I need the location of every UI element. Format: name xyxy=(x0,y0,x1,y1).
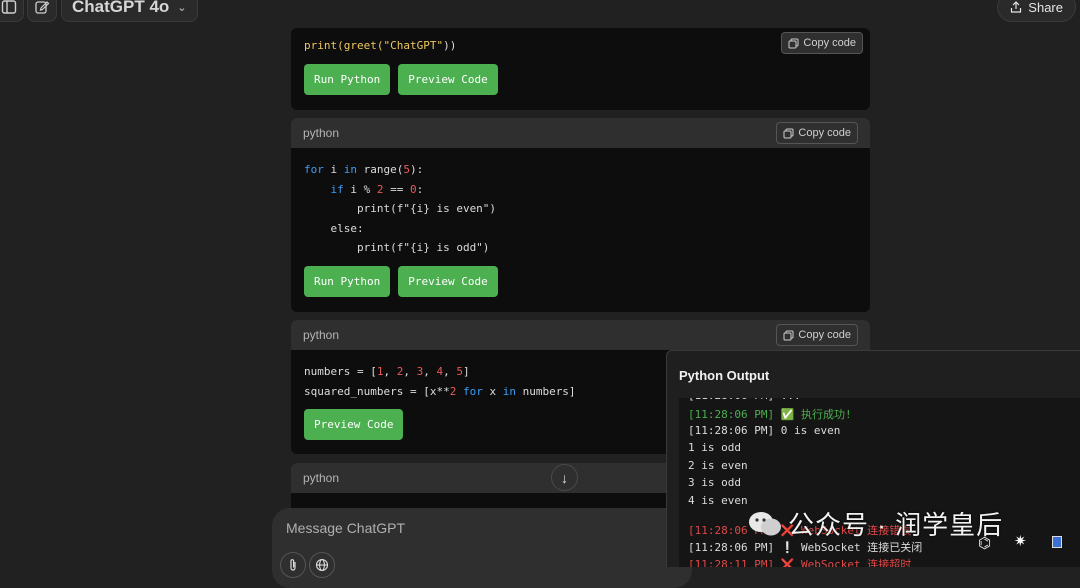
code-token: 5 xyxy=(456,365,463,378)
model-selector[interactable]: ChatGPT 4o ⌄ xyxy=(61,0,198,22)
output-panel-title: Python Output xyxy=(679,368,770,383)
code-line: print(f"{i} is even") xyxy=(304,199,857,219)
message-input[interactable]: Message ChatGPT xyxy=(286,520,405,536)
code-token: x xyxy=(482,384,503,398)
code-language: python xyxy=(303,471,340,485)
code-token: print(f"{i} is odd") xyxy=(304,241,490,255)
model-name: ChatGPT 4o xyxy=(72,0,170,16)
scroll-down-button[interactable]: ↓ xyxy=(551,464,578,491)
attach-button[interactable] xyxy=(280,552,306,578)
log-line-cutoff: [11:28:06 PM] ... xyxy=(688,398,801,402)
action-buttons: Run Python Preview Code xyxy=(291,56,870,107)
share-label: Share xyxy=(1028,0,1063,15)
code-token: i % xyxy=(343,182,377,196)
preview-code-button[interactable]: Preview Code xyxy=(304,409,404,441)
globe-icon xyxy=(315,558,329,572)
code-text: for i in range(5): if i % 2 == 0: print(… xyxy=(291,148,870,258)
search-web-button[interactable] xyxy=(309,552,335,578)
message-composer[interactable]: Message ChatGPT xyxy=(272,508,692,588)
chevron-down-icon: ⌄ xyxy=(177,1,187,14)
code-token: 5 xyxy=(403,163,410,176)
copy-icon xyxy=(788,38,799,48)
code-token: ] xyxy=(462,365,470,378)
code-token: range( xyxy=(357,163,404,176)
code-language: python xyxy=(303,126,340,140)
code-block: python Copy code for i in range(5): if i… xyxy=(291,118,870,312)
log-line: 1 is odd xyxy=(688,441,741,454)
log-line: 2 is even xyxy=(688,459,748,472)
code-block-header: python Copy code xyxy=(291,118,870,148)
sidebar-toggle-button[interactable] xyxy=(0,0,24,22)
edit-icon xyxy=(35,1,50,14)
new-chat-button[interactable] xyxy=(27,0,57,22)
watermark-text: 公众号 · 润学皇后 xyxy=(788,510,1004,540)
code-token: i xyxy=(323,163,344,176)
code-token: in xyxy=(343,163,357,176)
sparkle-icon: ✷ xyxy=(1014,533,1027,550)
wechat-icon xyxy=(749,511,781,535)
code-token: )) xyxy=(443,39,457,52)
code-token: , xyxy=(423,365,437,378)
code-token: "ChatGPT" xyxy=(383,39,444,52)
code-token: in xyxy=(502,384,516,398)
paperclip-icon xyxy=(290,559,296,571)
log-line: 4 is even xyxy=(688,494,748,507)
code-token: 2 xyxy=(376,182,384,196)
arrow-down-icon: ↓ xyxy=(561,469,568,486)
copy-code-label: Copy code xyxy=(798,127,851,139)
code-token: : xyxy=(416,182,424,196)
copy-icon xyxy=(783,330,794,340)
share-button[interactable]: Share xyxy=(997,0,1076,22)
code-token: for xyxy=(462,384,483,398)
copy-code-label: Copy code xyxy=(798,329,851,341)
code-token: for xyxy=(304,163,324,176)
code-line: else: xyxy=(304,219,857,239)
run-python-button[interactable]: Run Python xyxy=(304,265,391,297)
preview-code-button[interactable]: Preview Code xyxy=(398,63,498,95)
log-line: [11:28:06 PM] ✅ 执行成功! xyxy=(688,408,852,421)
copy-code-label: Copy code xyxy=(803,37,856,49)
code-line: if i % 2 == 0: xyxy=(304,180,857,200)
code-block-header: python Copy code xyxy=(291,320,870,350)
code-token: numbers] xyxy=(515,384,576,398)
code-line: print(greet("ChatGPT")) xyxy=(304,36,857,56)
copy-code-button[interactable]: Copy code xyxy=(781,32,863,54)
copy-code-button[interactable]: Copy code xyxy=(776,122,858,144)
run-python-button[interactable]: Run Python xyxy=(304,63,391,95)
clipboard-icon xyxy=(1052,536,1062,548)
sidebar-icon xyxy=(1,0,17,14)
code-block: Copy code print(greet("ChatGPT")) Run Py… xyxy=(291,28,870,110)
code-token: ): xyxy=(409,163,424,176)
log-line: 3 is odd xyxy=(688,476,741,489)
share-icon xyxy=(1011,1,1022,13)
action-buttons: Run Python Preview Code xyxy=(291,258,870,309)
code-line: print(f"{i} is odd") xyxy=(304,238,857,258)
preview-code-button[interactable]: Preview Code xyxy=(398,265,498,297)
code-token: if xyxy=(330,182,344,196)
code-token: squared_numbers = [x** xyxy=(304,384,450,398)
code-token: print(greet( xyxy=(304,39,384,52)
watermark: 公众号 · 润学皇后 xyxy=(748,505,1003,542)
copy-code-button[interactable]: Copy code xyxy=(776,324,858,346)
copy-icon xyxy=(783,128,794,138)
log-line: [11:28:06 PM] 0 is even xyxy=(688,424,841,437)
code-token: print(f"{i} is even") xyxy=(304,202,497,216)
code-token: 0 xyxy=(410,182,417,196)
code-language: python xyxy=(303,328,340,342)
openai-icon: ⌬ xyxy=(978,535,992,552)
log-line: [11:28:11 PM] ❌ WebSocket 连接超时 xyxy=(688,558,912,567)
code-token: , xyxy=(383,365,397,378)
code-line: for i in range(5): xyxy=(304,160,857,180)
code-token: , xyxy=(443,365,457,378)
code-token: , xyxy=(403,365,417,378)
code-token: numbers = [ xyxy=(304,365,377,378)
code-token: else: xyxy=(304,221,364,235)
code-token: == xyxy=(383,182,410,196)
